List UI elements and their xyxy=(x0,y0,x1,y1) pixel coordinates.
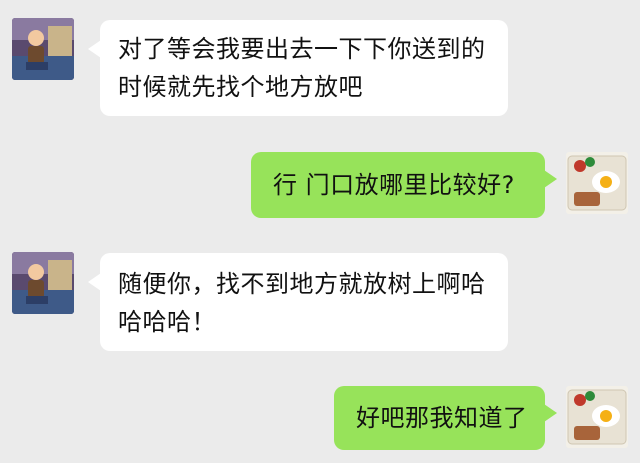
message-bubble[interactable]: 好吧那我知道了 xyxy=(334,386,557,450)
contact-avatar[interactable] xyxy=(12,18,74,80)
message-bubble[interactable]: 行 门口放哪里比较好? xyxy=(251,152,557,218)
message-bubble[interactable]: 对了等会我要出去一下下你送到的 时候就先找个地方放吧 xyxy=(88,20,508,116)
contact-avatar[interactable] xyxy=(12,252,74,314)
my-avatar[interactable] xyxy=(566,386,628,448)
message-bubble[interactable]: 随便你，找不到地方就放树上啊哈 哈哈哈！ xyxy=(88,253,508,351)
my-avatar[interactable] xyxy=(566,152,628,214)
chat-conversation: 对了等会我要出去一下下你送到的 时候就先找个地方放吧 行 门口放哪里比较好? 随… xyxy=(0,0,640,463)
